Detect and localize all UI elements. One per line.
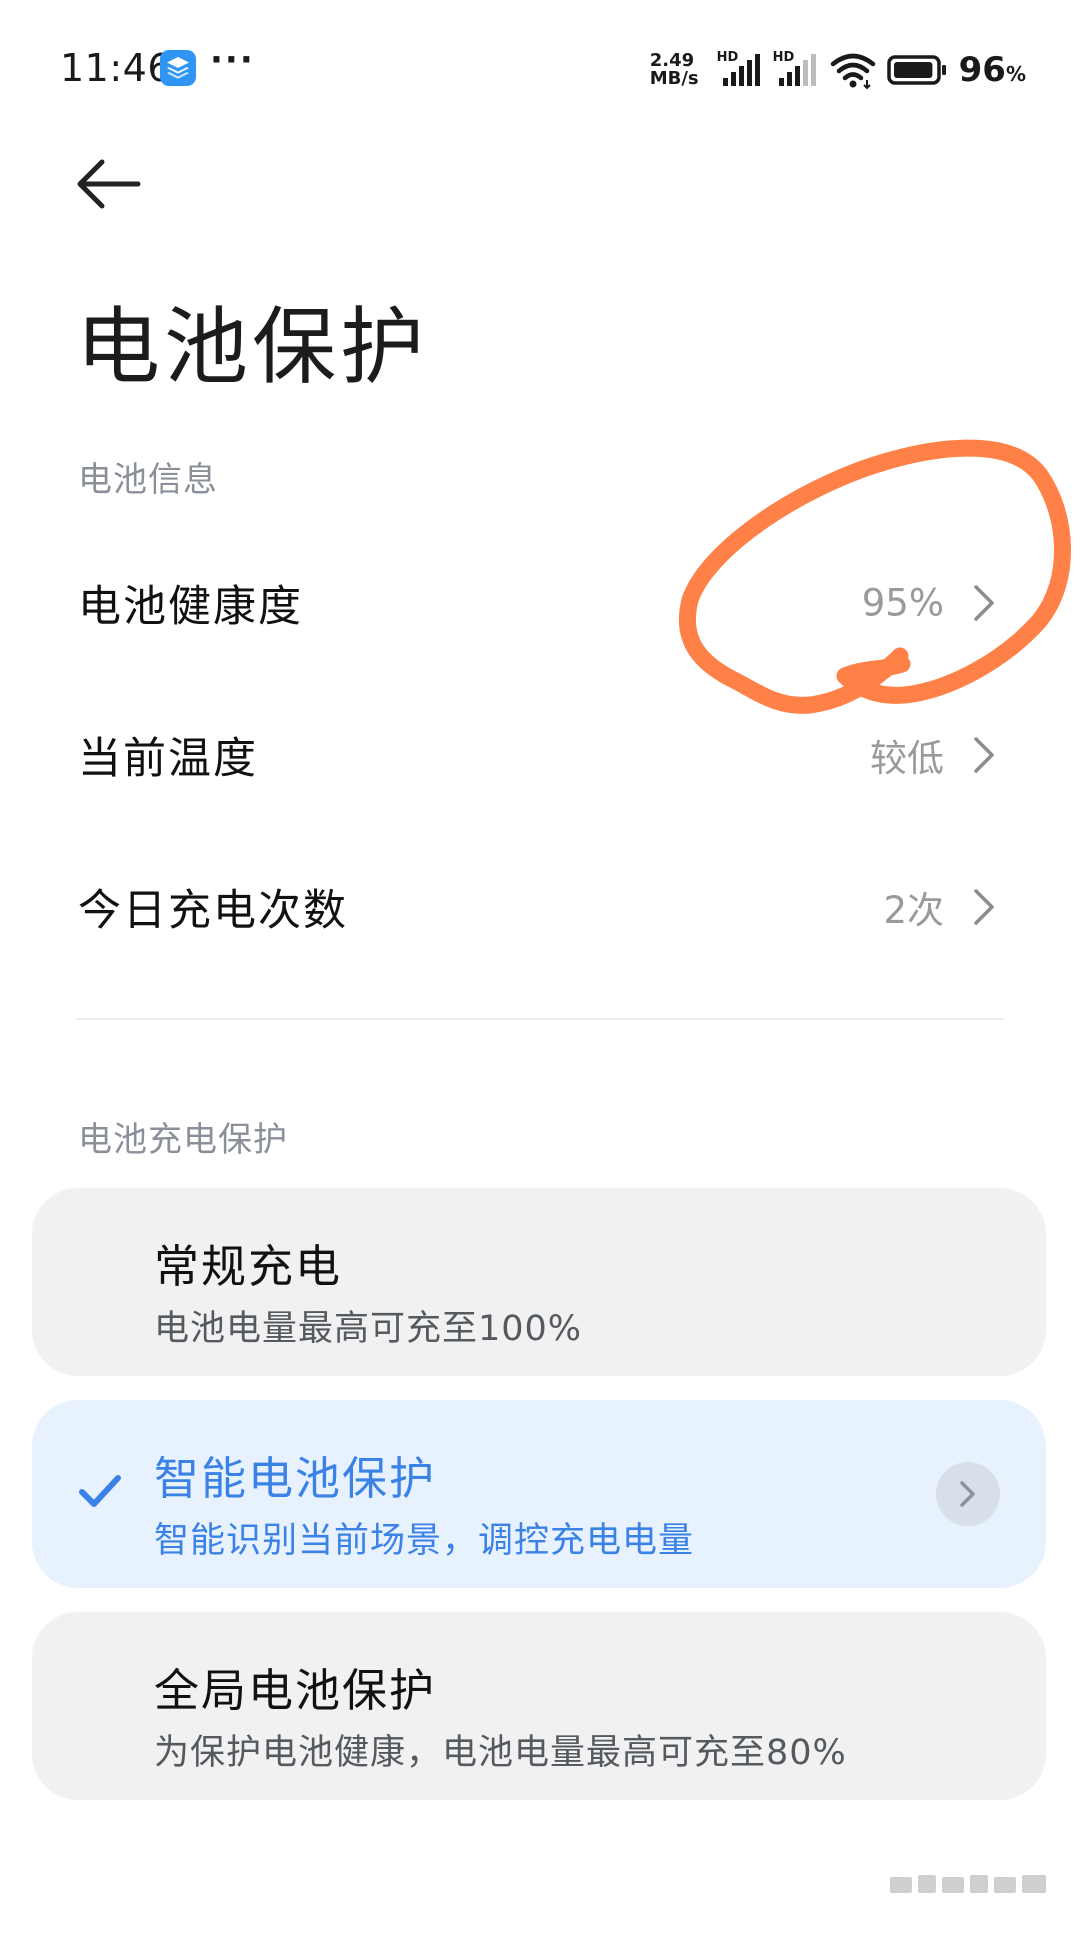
chevron-right-icon (974, 889, 994, 925)
status-time: 11:46 (60, 46, 173, 90)
current-temperature-label: 当前温度 (78, 734, 258, 784)
sim1-signal-icon: HD (717, 50, 763, 90)
battery-health-row[interactable]: 电池健康度 95% (0, 528, 1080, 678)
current-temperature-row[interactable]: 当前温度 较低 (0, 680, 1080, 830)
network-speed-unit: MB/s (649, 68, 699, 89)
mode-card-global-battery-protection[interactable]: 全局电池保护 为保护电池健康，电池电量最高可充至80% (32, 1612, 1046, 1800)
battery-health-value: 95% (861, 581, 944, 625)
battery-percentage-value: 96 (958, 50, 1006, 90)
mode-card-normal-charging[interactable]: 常规充电 电池电量最高可充至100% (32, 1188, 1046, 1376)
watermark-logo (890, 1875, 1046, 1893)
mode-description: 为保护电池健康，电池电量最高可充至80% (154, 1733, 847, 1773)
chevron-right-icon (974, 737, 994, 773)
section-divider (76, 1018, 1004, 1020)
charge-count-today-value: 2次 (883, 889, 944, 932)
more-notifications-icon: ··· (210, 40, 255, 80)
sim2-signal-icon: HD (773, 50, 819, 90)
mode-card-smart-battery-protection[interactable]: 智能电池保护 智能识别当前场景，调控充电电量 (32, 1400, 1046, 1588)
chevron-right-icon (974, 585, 994, 621)
mode-title: 常规充电 (154, 1240, 343, 1293)
check-icon (79, 1475, 121, 1507)
smart-protection-detail-button[interactable] (936, 1462, 1000, 1526)
charge-count-today-row[interactable]: 今日充电次数 2次 (0, 832, 1080, 982)
battery-percentage-sign: % (1005, 62, 1026, 86)
status-bar: 11:46 ··· 2.49 MB/s HD HD 96% (0, 0, 1080, 140)
mode-title: 智能电池保护 (154, 1452, 437, 1505)
back-button[interactable] (74, 156, 144, 212)
section-label-charge-protection: 电池充电保护 (78, 1120, 288, 1160)
battery-health-label: 电池健康度 (78, 582, 303, 632)
charge-count-today-label: 今日充电次数 (78, 886, 348, 936)
status-indicators: 2.49 MB/s HD HD 96% (650, 48, 1026, 92)
mode-description: 智能识别当前场景，调控充电电量 (154, 1521, 695, 1561)
battery-protection-screen: 11:46 ··· 2.49 MB/s HD HD 96% 电池保护 电池信息 … (0, 0, 1080, 1933)
section-label-battery-info: 电池信息 (78, 460, 218, 500)
mode-description: 电池电量最高可充至100% (154, 1309, 583, 1349)
wifi-icon (830, 53, 875, 90)
battery-percentage: 96% (957, 50, 1026, 90)
arrow-left-icon (77, 159, 141, 209)
chevron-right-icon (960, 1481, 975, 1507)
layers-app-icon (160, 50, 196, 86)
network-speed: 2.49 MB/s (650, 52, 699, 88)
current-temperature-value: 较低 (870, 737, 944, 780)
battery-icon (886, 55, 946, 85)
mode-title: 全局电池保护 (154, 1664, 437, 1717)
page-title: 电池保护 (76, 298, 429, 396)
